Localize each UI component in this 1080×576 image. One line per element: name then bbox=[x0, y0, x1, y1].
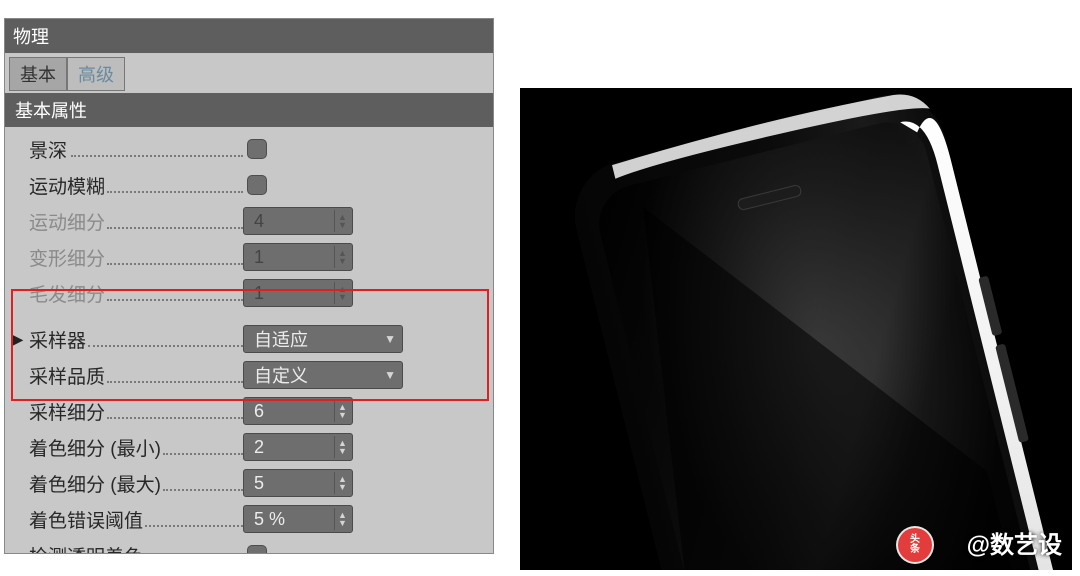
spinner-icon[interactable]: ▲▼ bbox=[334, 400, 346, 422]
section-header: 基本属性 bbox=[5, 93, 493, 127]
watermark-text: @数艺设 bbox=[967, 525, 1062, 560]
label-shade-max: 着色细分 (最大) bbox=[29, 470, 161, 497]
row-shading-min: 着色细分 (最小) 2▲▼ bbox=[7, 429, 487, 465]
label-shade-err: 着色错误阈值 bbox=[29, 506, 143, 533]
checkbox-dof[interactable] bbox=[247, 139, 267, 159]
label-motion-blur: 运动模糊 bbox=[29, 172, 105, 199]
label-hair-sub: 毛发细分 bbox=[29, 280, 105, 307]
select-sample-quality[interactable]: 自定义▼ bbox=[243, 361, 403, 389]
input-shade-max[interactable]: 5▲▼ bbox=[243, 469, 353, 497]
row-sampler: ▶ 采样器 自适应▼ bbox=[7, 321, 487, 357]
row-motion-subdivision: 运动细分 4▲▼ bbox=[7, 203, 487, 239]
tab-bar: 基本 高级 bbox=[5, 53, 493, 91]
render-preview: 头条 @数艺设 bbox=[520, 88, 1072, 570]
label-sampler: 采样器 bbox=[29, 326, 86, 353]
label-motion-sub: 运动细分 bbox=[29, 208, 105, 235]
spinner-icon: ▲▼ bbox=[334, 246, 346, 268]
row-shading-max: 着色细分 (最大) 5▲▼ bbox=[7, 465, 487, 501]
spinner-icon[interactable]: ▲▼ bbox=[334, 472, 346, 494]
spinner-icon: ▲▼ bbox=[334, 282, 346, 304]
label-deform-sub: 变形细分 bbox=[29, 244, 105, 271]
row-depth-of-field: 景深 bbox=[7, 131, 487, 167]
label-sample-quality: 采样品质 bbox=[29, 362, 105, 389]
spinner-icon: ▲▼ bbox=[334, 210, 346, 232]
input-sample-sub[interactable]: 6▲▼ bbox=[243, 397, 353, 425]
chevron-down-icon: ▼ bbox=[384, 332, 396, 346]
input-deform-sub: 1▲▼ bbox=[243, 243, 353, 271]
panel-title: 物理 bbox=[5, 19, 493, 53]
checkbox-detect-trans[interactable] bbox=[247, 545, 267, 554]
row-motion-blur: 运动模糊 bbox=[7, 167, 487, 203]
row-detect-transparency: 检测透明着色 bbox=[7, 537, 487, 554]
input-shade-min[interactable]: 2▲▼ bbox=[243, 433, 353, 461]
tab-advanced[interactable]: 高级 bbox=[67, 57, 125, 91]
watermark-logo: 头条 bbox=[898, 528, 932, 562]
chevron-down-icon: ▼ bbox=[384, 368, 396, 382]
select-sampler[interactable]: 自适应▼ bbox=[243, 325, 403, 353]
expand-arrow-icon[interactable]: ▶ bbox=[7, 331, 29, 348]
input-motion-sub: 4▲▼ bbox=[243, 207, 353, 235]
phone-render-illustration bbox=[520, 88, 1072, 570]
input-hair-sub: 1▲▼ bbox=[243, 279, 353, 307]
row-sample-quality: 采样品质 自定义▼ bbox=[7, 357, 487, 393]
spinner-icon[interactable]: ▲▼ bbox=[334, 436, 346, 458]
label-dof: 景深 bbox=[29, 136, 243, 163]
row-deform-subdivision: 变形细分 1▲▼ bbox=[7, 239, 487, 275]
row-hair-subdivision: 毛发细分 1▲▼ bbox=[7, 275, 487, 311]
tab-basic[interactable]: 基本 bbox=[9, 57, 67, 91]
physics-settings-panel: 物理 基本 高级 基本属性 景深 运动模糊 运动细分 4▲▼ bbox=[4, 18, 494, 554]
row-shading-error: 着色错误阈值 5 %▲▼ bbox=[7, 501, 487, 537]
label-detect-trans: 检测透明着色 bbox=[29, 542, 143, 555]
checkbox-motion-blur[interactable] bbox=[247, 175, 267, 195]
label-sample-sub: 采样细分 bbox=[29, 398, 105, 425]
row-sample-subdivision: 采样细分 6▲▼ bbox=[7, 393, 487, 429]
spinner-icon[interactable]: ▲▼ bbox=[334, 508, 346, 530]
input-shade-err[interactable]: 5 %▲▼ bbox=[243, 505, 353, 533]
label-shade-min: 着色细分 (最小) bbox=[29, 434, 161, 461]
